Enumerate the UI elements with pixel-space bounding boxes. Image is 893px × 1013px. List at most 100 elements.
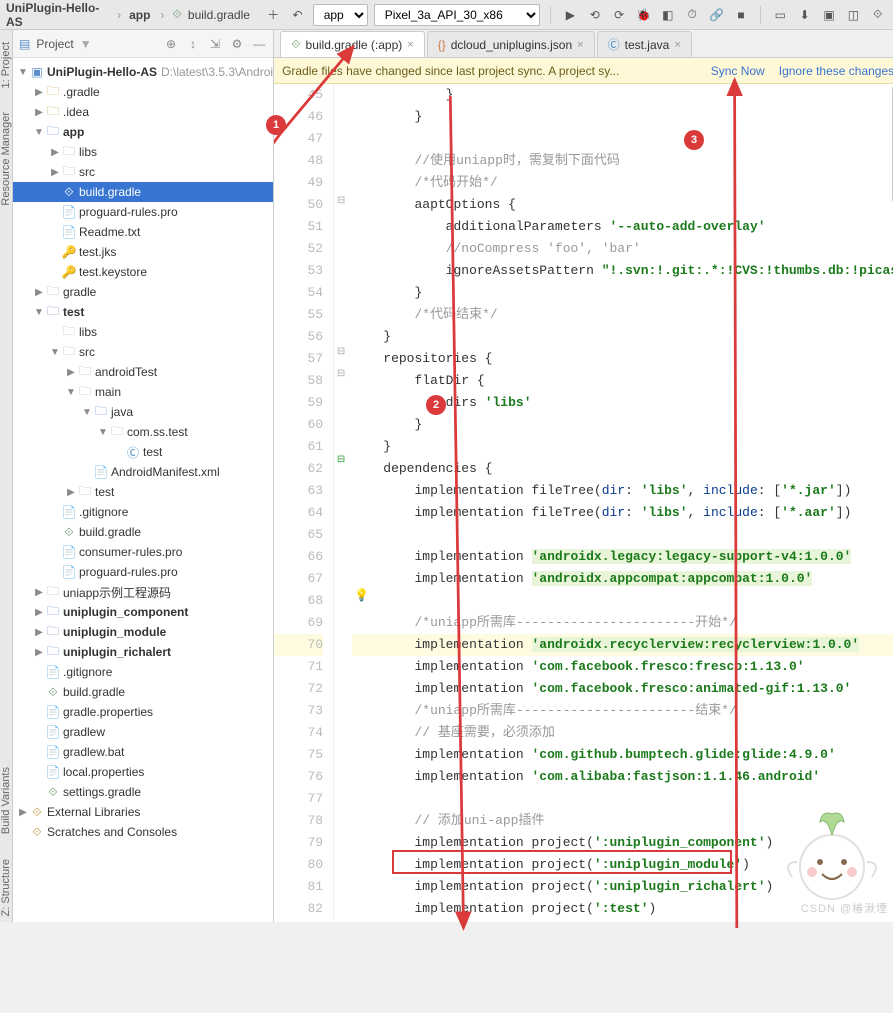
tab-test-java[interactable]: Ⓒtest.java ×	[597, 31, 692, 57]
tree-testclass[interactable]: Ⓒtest	[13, 442, 273, 462]
chevron-right-icon: ›	[117, 8, 121, 22]
sync-now-link[interactable]: Sync Now	[711, 64, 765, 78]
tree-uniplugin-richalert[interactable]: ▶🗀uniplugin_richalert	[13, 642, 273, 662]
layout-inspector-icon[interactable]: ▣	[820, 5, 838, 25]
add-config-icon[interactable]: ＋	[264, 5, 282, 25]
top-toolbar: UniPlugin-Hello-AS › app › ⟐ build.gradl…	[0, 0, 893, 30]
breadcrumb-app[interactable]: app	[129, 8, 150, 22]
tab-label: test.java	[625, 38, 670, 52]
gradle-sync-icon[interactable]: ⟐	[869, 5, 887, 25]
coverage-icon[interactable]: ◧	[659, 5, 677, 25]
restart-icon[interactable]: ⟳	[610, 5, 628, 25]
tab-build-variants[interactable]: Build Variants	[0, 761, 12, 840]
tree-app-build-gradle[interactable]: ⟐build.gradle	[13, 182, 273, 202]
run-config-select[interactable]: app	[313, 4, 368, 26]
close-icon[interactable]: ×	[407, 39, 413, 51]
tree-proguard[interactable]: 📄proguard-rules.pro	[13, 202, 273, 222]
tree-test-buildgradle[interactable]: ⟐build.gradle	[13, 522, 273, 542]
apply-changes-icon[interactable]: ⟲	[586, 5, 604, 25]
chevron-right-icon: ›	[160, 8, 164, 22]
tree-java[interactable]: ▼🗀java	[13, 402, 273, 422]
tree-test-libs[interactable]: 🗀libs	[13, 322, 273, 342]
sync-message: Gradle files have changed since last pro…	[282, 64, 697, 78]
device-select[interactable]: Pixel_3a_API_30_x86	[374, 4, 541, 26]
hide-icon[interactable]: —	[251, 36, 267, 52]
tab-label: build.gradle (:app)	[306, 38, 403, 52]
tree-idea[interactable]: ▶🗀.idea	[13, 102, 273, 122]
tab-project[interactable]: 1: Project	[0, 36, 12, 94]
sdk-manager-icon[interactable]: ⬇	[795, 5, 813, 25]
ignore-changes-link[interactable]: Ignore these changes	[779, 64, 893, 78]
tree-app[interactable]: ▼🗀app	[13, 122, 273, 142]
tree-gitignore[interactable]: 📄.gitignore	[13, 662, 273, 682]
tree-test-test[interactable]: ▶🗀test	[13, 482, 273, 502]
stop-icon[interactable]: ■	[732, 5, 750, 25]
tree-app-src[interactable]: ▶🗀src	[13, 162, 273, 182]
tree-test[interactable]: ▼🗀test	[13, 302, 273, 322]
tree-manifest[interactable]: 📄AndroidManifest.xml	[13, 462, 273, 482]
tree-test-src[interactable]: ▼🗀src	[13, 342, 273, 362]
collapse-icon[interactable]: ⇲	[207, 36, 223, 52]
gear-icon[interactable]: ⚙	[229, 36, 245, 52]
gradle-icon: ⟐	[291, 37, 300, 52]
close-icon[interactable]: ×	[674, 39, 680, 51]
tree-gradlew[interactable]: 📄gradlew	[13, 722, 273, 742]
json-icon: {}	[438, 38, 446, 52]
attach-debugger-icon[interactable]: 🔗	[707, 5, 725, 25]
tree-scratches[interactable]: ⟐Scratches and Consoles	[13, 822, 273, 842]
tree-root-buildgradle[interactable]: ⟐build.gradle	[13, 682, 273, 702]
tree-local-props[interactable]: 📄local.properties	[13, 762, 273, 782]
tree-testjks[interactable]: 🔑test.jks	[13, 242, 273, 262]
debug-icon[interactable]: 🐞	[634, 5, 652, 25]
tree-test-proguard[interactable]: 📄proguard-rules.pro	[13, 562, 273, 582]
left-tab-strip: 1: Project Resource Manager Build Varian…	[0, 30, 13, 922]
breadcrumb-file[interactable]: build.gradle	[188, 8, 250, 22]
gradle-icon: ⟐	[172, 7, 181, 22]
breadcrumb-root[interactable]: UniPlugin-Hello-AS	[6, 1, 107, 29]
tree-app-libs[interactable]: ▶🗀libs	[13, 142, 273, 162]
tree-uniapp-src[interactable]: ▶🗀uniapp示例工程源码	[13, 582, 273, 602]
tree-androidtest[interactable]: ▶🗀androidTest	[13, 362, 273, 382]
line-gutter[interactable]: 4546474849505152535455565758596061626364…	[274, 84, 334, 922]
tree-settings-gradle[interactable]: ⟐settings.gradle	[13, 782, 273, 802]
tree-uniplugin-module[interactable]: ▶🗀uniplugin_module	[13, 622, 273, 642]
run-icon[interactable]: ▶	[561, 5, 579, 25]
tree-main[interactable]: ▼🗀main	[13, 382, 273, 402]
tree-pkg[interactable]: ▼🗀com.ss.test	[13, 422, 273, 442]
back-arrow-icon[interactable]: ↶	[288, 5, 306, 25]
tab-resource-manager[interactable]: Resource Manager	[0, 106, 12, 212]
tree-gradle[interactable]: ▶🗀gradle	[13, 282, 273, 302]
tree-uniplugin-component[interactable]: ▶🗀uniplugin_component	[13, 602, 273, 622]
tab-label: dcloud_uniplugins.json	[451, 38, 572, 52]
editor-area: ⟐ build.gradle (:app) × {} dcloud_uniplugin…	[274, 30, 893, 922]
sort-icon[interactable]: ↕	[185, 36, 201, 52]
tab-structure[interactable]: Z: Structure	[0, 853, 12, 922]
tree-readme[interactable]: 📄Readme.txt	[13, 222, 273, 242]
tree-test-gitignore[interactable]: 📄.gitignore	[13, 502, 273, 522]
resource-manager-icon[interactable]: ◫	[844, 5, 862, 25]
tree-gradle-hidden[interactable]: ▶🗀.gradle	[13, 82, 273, 102]
fold-column[interactable]: ⊟⊟⊟⊟	[334, 84, 348, 922]
tree-gradle-props[interactable]: 📄gradle.properties	[13, 702, 273, 722]
gradle-sync-bar: Gradle files have changed since last pro…	[274, 58, 893, 84]
project-icon: ▤	[19, 37, 30, 51]
profiler-icon[interactable]: ⏱	[683, 5, 701, 25]
project-panel-header: ▤ Project ▼ ⊕ ↕ ⇲ ⚙ —	[13, 30, 273, 58]
code-editor[interactable]: 4546474849505152535455565758596061626364…	[274, 84, 893, 922]
tab-dcloud-json[interactable]: {} dcloud_uniplugins.json ×	[427, 31, 595, 57]
close-icon[interactable]: ×	[577, 39, 583, 51]
panel-title[interactable]: Project	[36, 37, 73, 51]
code-content[interactable]: } } //使用uniapp时，需复制下面代码 /*代码开始*/ aaptOpt…	[348, 84, 893, 922]
project-tree[interactable]: ▼▣UniPlugin-Hello-ASD:\latest\3.5.3\Andr…	[13, 58, 273, 922]
tab-build-gradle[interactable]: ⟐ build.gradle (:app) ×	[280, 31, 425, 57]
tree-gradlew-bat[interactable]: 📄gradlew.bat	[13, 742, 273, 762]
tree-consumer[interactable]: 📄consumer-rules.pro	[13, 542, 273, 562]
java-icon: Ⓒ	[608, 36, 620, 53]
tree-ext-libs[interactable]: ▶⟐External Libraries	[13, 802, 273, 822]
editor-tabs: ⟐ build.gradle (:app) × {} dcloud_uniplugin…	[274, 30, 893, 58]
tree-testkeystore[interactable]: 🔑test.keystore	[13, 262, 273, 282]
avd-manager-icon[interactable]: ▭	[771, 5, 789, 25]
tree-root[interactable]: ▼▣UniPlugin-Hello-ASD:\latest\3.5.3\Andr…	[13, 62, 273, 82]
project-panel: ▤ Project ▼ ⊕ ↕ ⇲ ⚙ — ▼▣UniPlugin-Hello-…	[13, 30, 274, 922]
target-icon[interactable]: ⊕	[163, 36, 179, 52]
